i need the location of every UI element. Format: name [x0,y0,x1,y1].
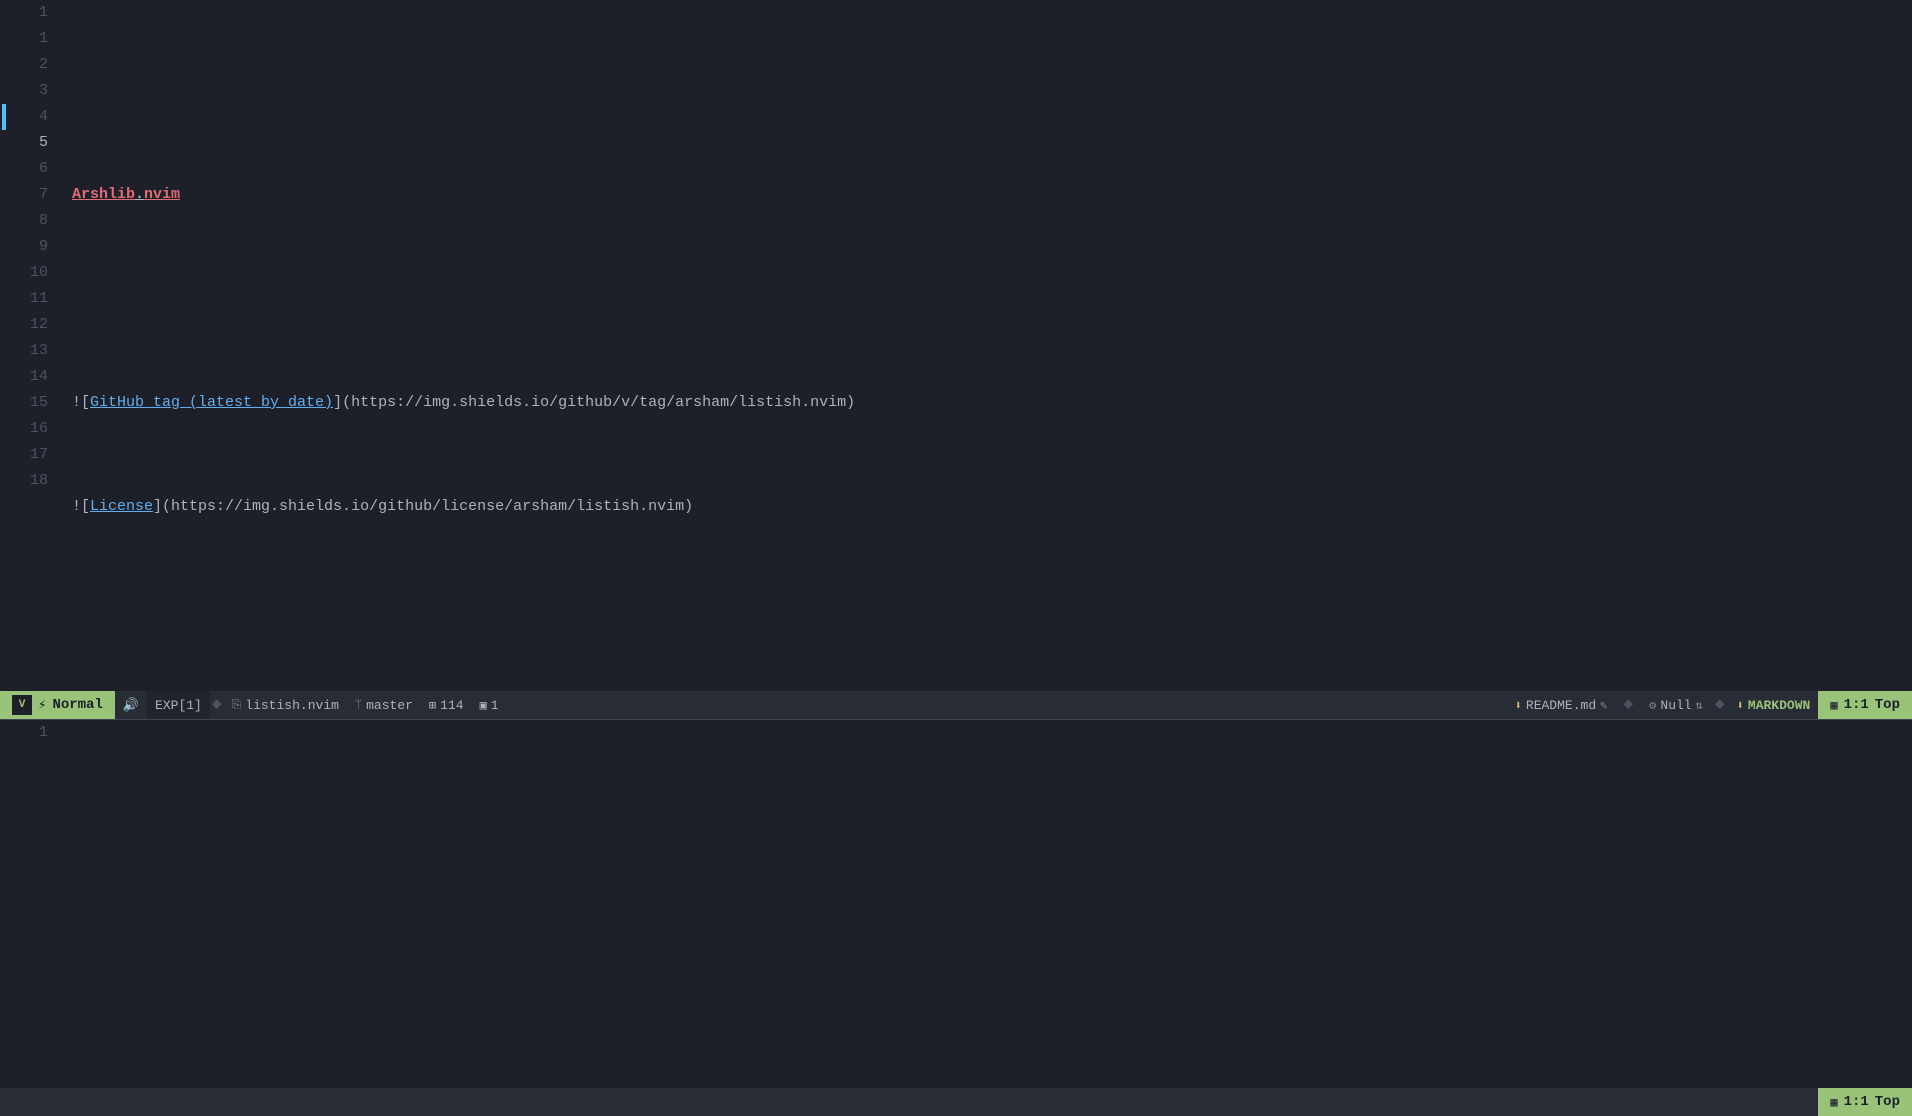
line-number: 1 [8,0,48,26]
line-number: 3 [8,78,48,104]
line-number: 8 [8,208,48,234]
scroll-label: Top [1875,697,1900,713]
line-number: 17 [8,442,48,468]
edit-icon: ✎ [1600,698,1607,713]
bottom-grid-icon: ▦ [1830,1095,1837,1110]
line-number-active: 5 [8,130,48,156]
line-number: 9 [8,234,48,260]
mode-icon: V [12,695,32,715]
code-content[interactable]: Arshlib.nvim ![GitHub tag (latest by dat… [60,0,1912,691]
repo-icon: ⎘ [232,698,242,712]
exp-label: EXP[1] [155,698,202,713]
active-line-mark [2,104,6,130]
left-indicator [0,0,8,691]
bottom-line-num-1: 1 [8,720,48,746]
status-repo: ⎘ listish.nvim [224,691,347,719]
code-line-1 [72,78,1912,104]
line-number: 10 [8,260,48,286]
filetype-icon: ⬇ [1737,698,1744,713]
bottom-position-label: 1:1 [1844,1094,1869,1110]
status-lines: ⊞ 114 [421,691,472,719]
status-spell: ⚙ Null ⇅ [1641,691,1711,719]
line-number: 15 [8,390,48,416]
code-line-4 [72,598,1912,624]
line-number: 6 [8,156,48,182]
bottom-status-position: ▦ 1:1 Top [1818,1088,1912,1116]
bottom-content: 1 [0,720,1912,1088]
position-label: 1:1 [1844,697,1869,713]
line-number: 4 [8,104,48,130]
line-number: 1 [8,26,48,52]
line-number: 12 [8,312,48,338]
line-number: 14 [8,364,48,390]
bottom-scroll-label: Top [1875,1094,1900,1110]
code-line-title: Arshlib.nvim [72,182,1912,208]
status-branch: ᛘ master [347,691,421,719]
line-numbers: 1 1 2 3 4 5 6 7 8 9 10 11 12 13 14 15 16… [8,0,60,691]
line-number: 11 [8,286,48,312]
spell-label: Null [1660,698,1691,713]
code-container: 1 1 2 3 4 5 6 7 8 9 10 11 12 13 14 15 16… [0,0,1912,691]
status-right: ⬇ README.md ✎ ⬥ ⚙ Null ⇅ ⬥ ⬇ MARKDOWN ▦ … [1507,691,1912,719]
status-position: ▦ 1:1 Top [1818,691,1912,719]
editor-area: 1 1 2 3 4 5 6 7 8 9 10 11 12 13 14 15 16… [0,0,1912,1116]
sep1: ⬥ [212,697,222,713]
grid-icon: ▦ [1830,698,1837,713]
audio-icon: 🔊 [123,698,139,713]
code-line-2 [72,286,1912,312]
download-icon: ⬇ [1515,698,1522,713]
sep2: ⬥ [1623,697,1633,713]
bottom-status-bar: ▦ 1:1 Top [0,1088,1912,1116]
mode-icon2: ⚡ [38,697,46,714]
repo-name: listish.nvim [245,698,339,713]
mode-label: Normal [52,697,102,713]
status-mode: V ⚡ Normal [0,691,115,719]
line-number: 18 [8,468,48,494]
filetype-label: MARKDOWN [1748,698,1810,713]
line-number: 7 [8,182,48,208]
branch-icon: ᛘ [355,698,362,712]
status-exp: EXP[1] [147,691,210,719]
line-count: 114 [440,698,463,713]
branch-name: master [366,698,413,713]
status-buffers: ▣ 1 [472,691,507,719]
status-filetype: ⬇ MARKDOWN [1729,691,1819,719]
buffers-icon: ▣ [480,698,487,713]
main-status-bar: V ⚡ Normal 🔊 EXP[1] ⬥ ⎘ listish.nvim ᛘ m… [0,691,1912,719]
lines-icon: ⊞ [429,698,436,713]
code-line-badge1: ![GitHub tag (latest by date)](https://i… [72,390,1912,416]
gear-icon: ⚙ [1649,698,1656,713]
sep3: ⬥ [1715,697,1725,713]
status-file: ⬇ README.md ✎ [1507,691,1616,719]
code-line-badge2: ![License](https://img.shields.io/github… [72,494,1912,520]
line-number: 13 [8,338,48,364]
line-number: 16 [8,416,48,442]
bottom-line-numbers: 1 [8,720,60,746]
sort-icon: ⇅ [1696,698,1703,713]
line-number: 2 [8,52,48,78]
status-audio: 🔊 [115,691,147,719]
buffer-count: 1 [491,698,499,713]
filename: README.md [1526,698,1596,713]
bottom-pane: 1 ▦ 1:1 Top [0,719,1912,1116]
